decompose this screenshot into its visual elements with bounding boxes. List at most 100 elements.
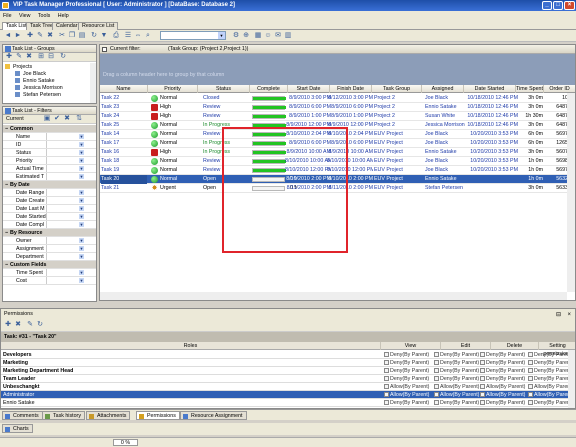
perm-column-delete[interactable]: Delete [491, 342, 539, 350]
perm-column-edit[interactable]: Edit [441, 342, 491, 350]
permission-row[interactable]: Marketing Department Head Deny(By Parent)… [1, 367, 575, 375]
filter-icon[interactable]: ▼ [100, 32, 108, 40]
column-header-finish-date[interactable]: Finish Date [330, 85, 372, 93]
permission-view[interactable]: Allow(By Parent) [383, 383, 429, 391]
permission-dropdown-icon[interactable] [434, 400, 439, 405]
task-name[interactable]: Task 22 [101, 94, 147, 103]
task-name[interactable]: Task 21 [101, 184, 147, 193]
column-header-start-date[interactable]: Start Date [288, 85, 330, 93]
filter-field-value[interactable]: ▼ [46, 253, 86, 260]
column-header-task-group[interactable]: Task Group [372, 85, 422, 93]
filter-field-value[interactable]: ▼ [46, 205, 86, 212]
sort-icon[interactable]: ⇅ [75, 115, 83, 123]
group-refresh-icon[interactable]: ↻ [59, 53, 67, 61]
column-header-time-spent[interactable]: Time Spent [516, 85, 544, 93]
new-task-icon[interactable]: ✚ [26, 32, 34, 40]
permission-dropdown-icon[interactable] [384, 360, 389, 365]
filter-field-value[interactable]: ▼ [46, 165, 86, 172]
permission-perm[interactable]: Deny(By Parent) [527, 375, 573, 383]
filter-category[interactable]: − By Date [3, 181, 96, 189]
permission-edit[interactable]: Deny(By Parent) [433, 399, 479, 407]
task-name[interactable]: Task 20 [101, 175, 147, 184]
task-name[interactable]: Task 16 [101, 148, 147, 157]
tab-charts[interactable]: Charts [2, 424, 33, 433]
expand-all-icon[interactable]: ⊞ [37, 53, 45, 61]
task-name[interactable]: Task 24 [101, 112, 147, 121]
task-row[interactable]: Task 22 Normal Closed 8/9/2010 3:00 PM 8/12/… [100, 94, 575, 103]
filter-field-value[interactable]: ▼ [46, 173, 86, 180]
add-role-icon[interactable]: ✚ [4, 321, 12, 329]
permission-dropdown-icon[interactable] [434, 352, 439, 357]
permissions-scrollbar[interactable] [568, 350, 575, 408]
chart-icon[interactable]: ▥ [284, 32, 292, 40]
column-header-priority[interactable]: Priority [148, 85, 198, 93]
delete-task-icon[interactable]: ✖ [46, 32, 54, 40]
permission-dropdown-icon[interactable] [480, 352, 485, 357]
group-item[interactable]: Jessica Morrison1 [3, 85, 96, 91]
group-item[interactable]: Ennio Satake2 [3, 78, 96, 84]
edit-task-icon[interactable]: ✎ [36, 32, 44, 40]
permission-dropdown-icon[interactable] [384, 384, 389, 389]
permission-dropdown-icon[interactable] [384, 392, 389, 397]
tab-permissions[interactable]: Permissions [136, 411, 180, 420]
task-status[interactable]: Review [200, 103, 244, 112]
task-name[interactable]: Task 25 [101, 121, 147, 130]
report-icon[interactable]: ☰ [124, 32, 132, 40]
menu-file[interactable]: File [0, 11, 15, 21]
filter-field-value[interactable]: ▼ [46, 237, 86, 244]
filter-category[interactable]: − Custom Fields [3, 261, 96, 269]
expand-icon[interactable]: ⇔ [134, 32, 142, 40]
column-header-date-started[interactable]: Date Started [464, 85, 516, 93]
filter-field-value[interactable]: ▼ [46, 269, 86, 276]
settings-icon[interactable]: ⚙ [232, 32, 240, 40]
chevron-down-icon[interactable]: ▼ [79, 190, 84, 195]
find-icon[interactable]: ⌕ [144, 32, 152, 40]
column-header-status[interactable]: Status [198, 85, 250, 93]
permission-dropdown-icon[interactable] [528, 352, 533, 357]
permission-del[interactable]: Deny(By Parent) [479, 399, 525, 407]
paste-icon[interactable]: ▤ [78, 32, 86, 40]
filter-field-value[interactable]: ▼ [46, 277, 86, 284]
group-item[interactable]: Joe Black4 [3, 71, 96, 77]
permission-del[interactable]: Allow(By Parent) [479, 391, 525, 399]
chevron-down-icon[interactable]: ▼ [79, 174, 84, 179]
chevron-down-icon[interactable]: ▼ [79, 238, 84, 243]
permission-edit[interactable]: Allow(By Parent) [433, 383, 479, 391]
permission-perm[interactable]: Deny(By Parent) [527, 351, 573, 359]
tab-attachments[interactable]: Attachments [86, 411, 131, 420]
permission-view[interactable]: Deny(By Parent) [383, 359, 429, 367]
column-header-order-id[interactable]: Order ID [544, 85, 575, 93]
permission-del[interactable]: Deny(By Parent) [479, 359, 525, 367]
permission-dropdown-icon[interactable] [480, 384, 485, 389]
permission-dropdown-icon[interactable] [528, 400, 533, 405]
mail-icon[interactable]: ✉ [274, 32, 282, 40]
permission-perm[interactable]: Allow(By Parent) [527, 383, 573, 391]
close-button[interactable]: × [564, 1, 575, 10]
groups-scrollbar[interactable] [90, 63, 96, 103]
permission-edit[interactable]: Deny(By Parent) [433, 367, 479, 375]
chevron-down-icon[interactable]: ▼ [79, 206, 84, 211]
filter-field-value[interactable]: ▼ [46, 157, 86, 164]
perm-column-roles[interactable]: Roles [1, 342, 381, 350]
group-by-area[interactable]: Drag a column header here to group by th… [100, 54, 575, 85]
filter-field-value[interactable]: ▼ [46, 221, 86, 228]
permission-view[interactable]: Deny(By Parent) [383, 351, 429, 359]
filter-field-value[interactable]: ▼ [46, 213, 86, 220]
permission-dropdown-icon[interactable] [434, 384, 439, 389]
filter-checkbox[interactable] [102, 47, 107, 52]
group-item[interactable]: Projects8 [3, 64, 96, 70]
permission-dropdown-icon[interactable] [434, 392, 439, 397]
permission-dropdown-icon[interactable] [434, 376, 439, 381]
perm-column-view[interactable]: View [381, 342, 441, 350]
chevron-down-icon[interactable]: ▼ [79, 198, 84, 203]
task-row[interactable]: Task 24 High Review 8/9/2010 1:00 PM 8/9/201… [100, 112, 575, 121]
permission-perm[interactable]: Deny(By Parent) [527, 399, 573, 407]
permission-edit[interactable]: Deny(By Parent) [433, 375, 479, 383]
calendar-icon[interactable]: ▦ [254, 32, 262, 40]
permission-dropdown-icon[interactable] [434, 360, 439, 365]
permission-del[interactable]: Deny(By Parent) [479, 351, 525, 359]
chevron-down-icon[interactable]: ▼ [79, 254, 84, 259]
minimize-button[interactable]: _ [542, 1, 552, 10]
group-item[interactable]: Stefan Petersen [3, 92, 96, 98]
permission-edit[interactable]: Deny(By Parent) [433, 359, 479, 367]
